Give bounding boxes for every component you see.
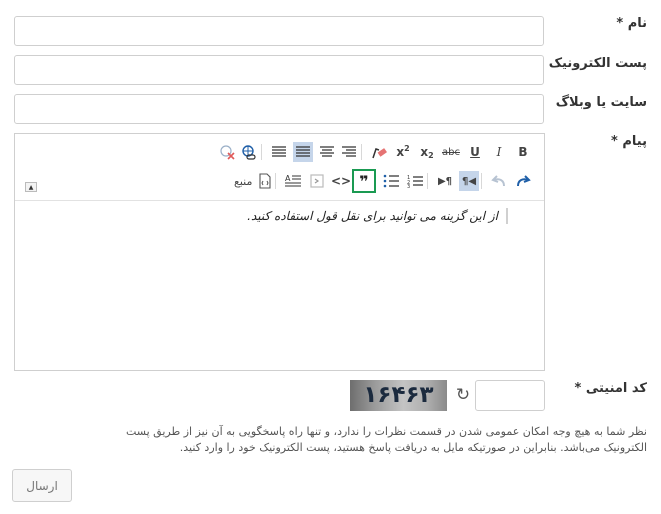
toolbar-separator [261, 144, 262, 160]
editor-blockquote: از این گزینه می توانید برای نقل قول استف… [247, 208, 508, 224]
triangle-up-icon: ▲ [28, 183, 34, 191]
security-code-label-text: کد امنیتی [585, 381, 647, 396]
toolbar-collapse-button[interactable]: ▲ [25, 182, 37, 192]
name-input[interactable] [14, 16, 544, 46]
unlink-icon [220, 145, 235, 160]
strikethrough-button[interactable]: abc [441, 142, 461, 162]
ordered-list-icon: 1 2 3 [407, 175, 423, 188]
ltr-button[interactable]: ▶¶ [435, 171, 455, 191]
website-label: سایت یا وبلاگ [555, 95, 647, 110]
source-button-label[interactable]: منبع [234, 175, 252, 188]
source-document-icon [259, 173, 271, 189]
message-editor[interactable]: B I U abc x2 x2 ¶◀ ▶¶ 1 2 3 ❞ <> A منبع … [14, 133, 545, 371]
remove-format-button[interactable] [369, 142, 389, 162]
captcha-text: ۱۶۴۶۳ [363, 382, 434, 408]
name-label-text: نام [627, 16, 647, 31]
toolbar-separator [361, 144, 362, 160]
code-button[interactable]: <> [331, 171, 351, 191]
undo-icon [491, 175, 505, 187]
email-label: پست الکترونیک [548, 56, 647, 71]
source-icon-button[interactable] [255, 171, 275, 191]
div-container-icon [310, 174, 324, 188]
required-mark: * [574, 381, 582, 396]
bold-button[interactable]: B [513, 142, 533, 162]
paragraph-format-button[interactable]: A [283, 171, 303, 191]
unlink-button[interactable] [217, 142, 237, 162]
submit-button[interactable]: ارسال [12, 469, 72, 502]
align-center-icon [320, 146, 334, 157]
message-label-text: پیام [622, 134, 647, 149]
eraser-icon [372, 148, 387, 159]
svg-text:3: 3 [407, 184, 410, 188]
toolbar-separator [427, 173, 428, 189]
code-icon: <> [330, 174, 352, 188]
name-label: نام * [616, 16, 647, 31]
align-right-icon [342, 146, 356, 157]
website-input[interactable] [14, 94, 544, 124]
align-center-button[interactable] [317, 142, 337, 162]
align-left-button[interactable] [269, 142, 289, 162]
redo-icon [517, 175, 531, 187]
align-justify-button[interactable] [293, 142, 313, 162]
editor-toolbar: B I U abc x2 x2 ¶◀ ▶¶ 1 2 3 ❞ <> A منبع … [15, 134, 544, 201]
unordered-list-icon [383, 174, 399, 188]
email-input[interactable] [14, 55, 544, 85]
text-format-icon: A [285, 174, 301, 187]
captcha-image: ۱۶۴۶۳ [350, 380, 447, 411]
rtl-button[interactable]: ¶◀ [459, 171, 479, 191]
superscript-button[interactable]: x2 [393, 142, 413, 162]
italic-button[interactable]: I [489, 142, 509, 162]
toolbar-separator [481, 173, 482, 189]
align-justify-icon [296, 146, 310, 157]
insert-div-button[interactable] [307, 171, 327, 191]
align-right-button[interactable] [339, 142, 359, 162]
underline-button[interactable]: U [465, 142, 485, 162]
redo-button[interactable] [513, 171, 533, 191]
message-label: پیام * [611, 134, 647, 149]
required-mark: * [616, 16, 624, 31]
refresh-icon: ↻ [455, 385, 471, 405]
subscript-button[interactable]: x2 [417, 142, 437, 162]
numbered-list-button[interactable]: 1 2 3 [405, 171, 425, 191]
security-code-label: کد امنیتی * [574, 381, 647, 396]
security-code-input[interactable] [475, 380, 545, 411]
toolbar-separator [275, 173, 276, 189]
captcha-refresh-button[interactable]: ↻ [454, 385, 472, 405]
bulleted-list-button[interactable] [381, 171, 401, 191]
link-button[interactable] [239, 142, 259, 162]
blockquote-button[interactable]: ❞ [352, 169, 376, 193]
undo-button[interactable] [489, 171, 509, 191]
link-icon [242, 145, 256, 160]
required-mark: * [611, 134, 618, 149]
align-left-icon [272, 146, 286, 157]
privacy-note: نظر شما به هیچ وجه امکان عمومی شدن در قس… [125, 425, 647, 454]
quote-icon: ❞ [359, 171, 369, 191]
svg-text:A: A [285, 174, 291, 183]
